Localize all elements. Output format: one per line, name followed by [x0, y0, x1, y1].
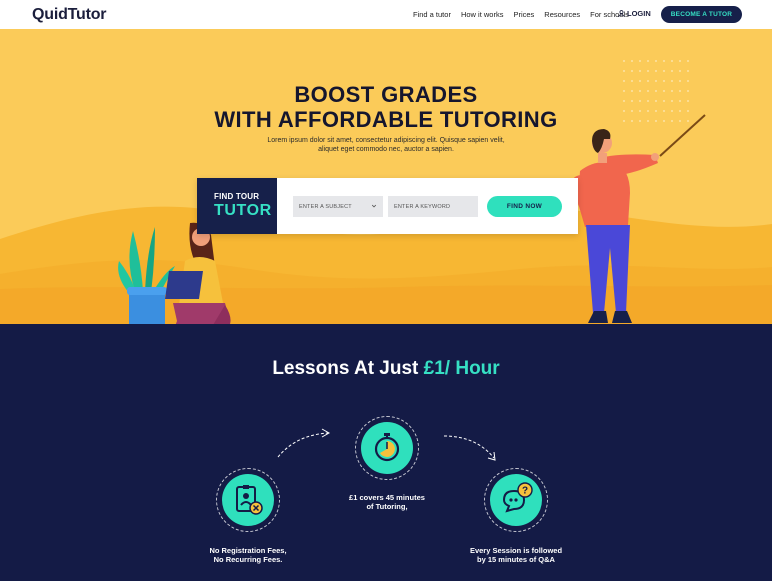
tutor-search-bar: FIND TOUR TUTOR ENTER A SUBJECT ENTER A … — [197, 178, 578, 234]
feature-45-minutes-line2: of Tutoring, — [366, 502, 408, 511]
feature-qa-line1: Every Session is followed — [469, 546, 563, 555]
stopwatch-icon — [374, 433, 400, 462]
hero-title-line2: WITH AFFORDABLE TUTORING — [214, 107, 558, 132]
search-label-panel: FIND TOUR TUTOR — [197, 178, 277, 234]
search-label-line2: TUTOR — [214, 202, 272, 219]
arrow-decoration-left — [277, 428, 331, 458]
hero-subtitle-line1: Lorem ipsum dolor sit amet, consectetur … — [267, 137, 505, 144]
keyword-input[interactable]: ENTER A KEYWORD — [388, 196, 478, 217]
lessons-section: Lessons At Just £1/ Hour No Registration… — [0, 324, 772, 581]
search-label-line1: FIND TOUR — [214, 192, 260, 201]
hero-title-line1: BOOST GRADES — [294, 82, 478, 107]
feature-qa-line2: by 15 minutes of Q&A — [477, 555, 555, 564]
keyword-input-placeholder: ENTER A KEYWORD — [394, 203, 451, 210]
nav-link-find-tutor[interactable]: Find a tutor — [413, 10, 451, 19]
feature-no-fees-line1: No Registration Fees, — [209, 546, 287, 555]
feature-45-minutes-line1: £1 covers 45 minutes — [349, 493, 425, 502]
question-chat-icon: ? — [502, 482, 533, 513]
feature-no-fees-text: No Registration Fees, No Recurring Fees. — [178, 546, 318, 564]
svg-text:?: ? — [522, 486, 528, 497]
hero-subtitle-line2: aliquet eget commodo nec, auctor a sapie… — [318, 145, 454, 153]
id-card-x-icon — [236, 485, 263, 515]
site-logo[interactable]: QuidTutor — [32, 6, 107, 24]
teacher-illustration — [570, 114, 706, 323]
user-icon — [618, 10, 625, 17]
top-navbar: QuidTutor Find a tutor How it works Pric… — [0, 0, 772, 29]
find-now-button[interactable]: FIND NOW — [487, 196, 562, 217]
hero-subtitle: Lorem ipsum dolor sit amet, consectetur … — [260, 137, 512, 154]
chevron-down-icon — [371, 204, 377, 208]
student-illustration — [118, 222, 231, 324]
login-label: LOGIN — [627, 9, 651, 18]
feature-45-minutes-text: £1 covers 45 minutes of Tutoring, — [318, 493, 456, 511]
hero-section: BOOST GRADES WITH AFFORDABLE TUTORING Lo… — [0, 29, 772, 324]
login-link[interactable]: LOGIN — [618, 9, 651, 18]
lessons-title-price: £1/ Hour — [423, 358, 500, 379]
arrow-decoration-right — [443, 435, 496, 461]
feature-qa-text: Every Session is followed by 15 minutes … — [444, 546, 588, 564]
nav-links: Find a tutor How it works Prices Resourc… — [413, 10, 639, 19]
nav-link-prices[interactable]: Prices — [513, 10, 534, 19]
subject-select-placeholder: ENTER A SUBJECT — [299, 203, 352, 210]
lessons-title: Lessons At Just £1/ Hour — [0, 358, 772, 380]
nav-link-resources[interactable]: Resources — [544, 10, 580, 19]
nav-link-how-it-works[interactable]: How it works — [461, 10, 504, 19]
feature-no-fees-line2: No Recurring Fees. — [213, 555, 283, 564]
become-tutor-button[interactable]: BECOME A TUTOR — [661, 6, 742, 23]
subject-select[interactable]: ENTER A SUBJECT — [293, 196, 383, 217]
lessons-title-prefix: Lessons At Just — [272, 358, 419, 379]
